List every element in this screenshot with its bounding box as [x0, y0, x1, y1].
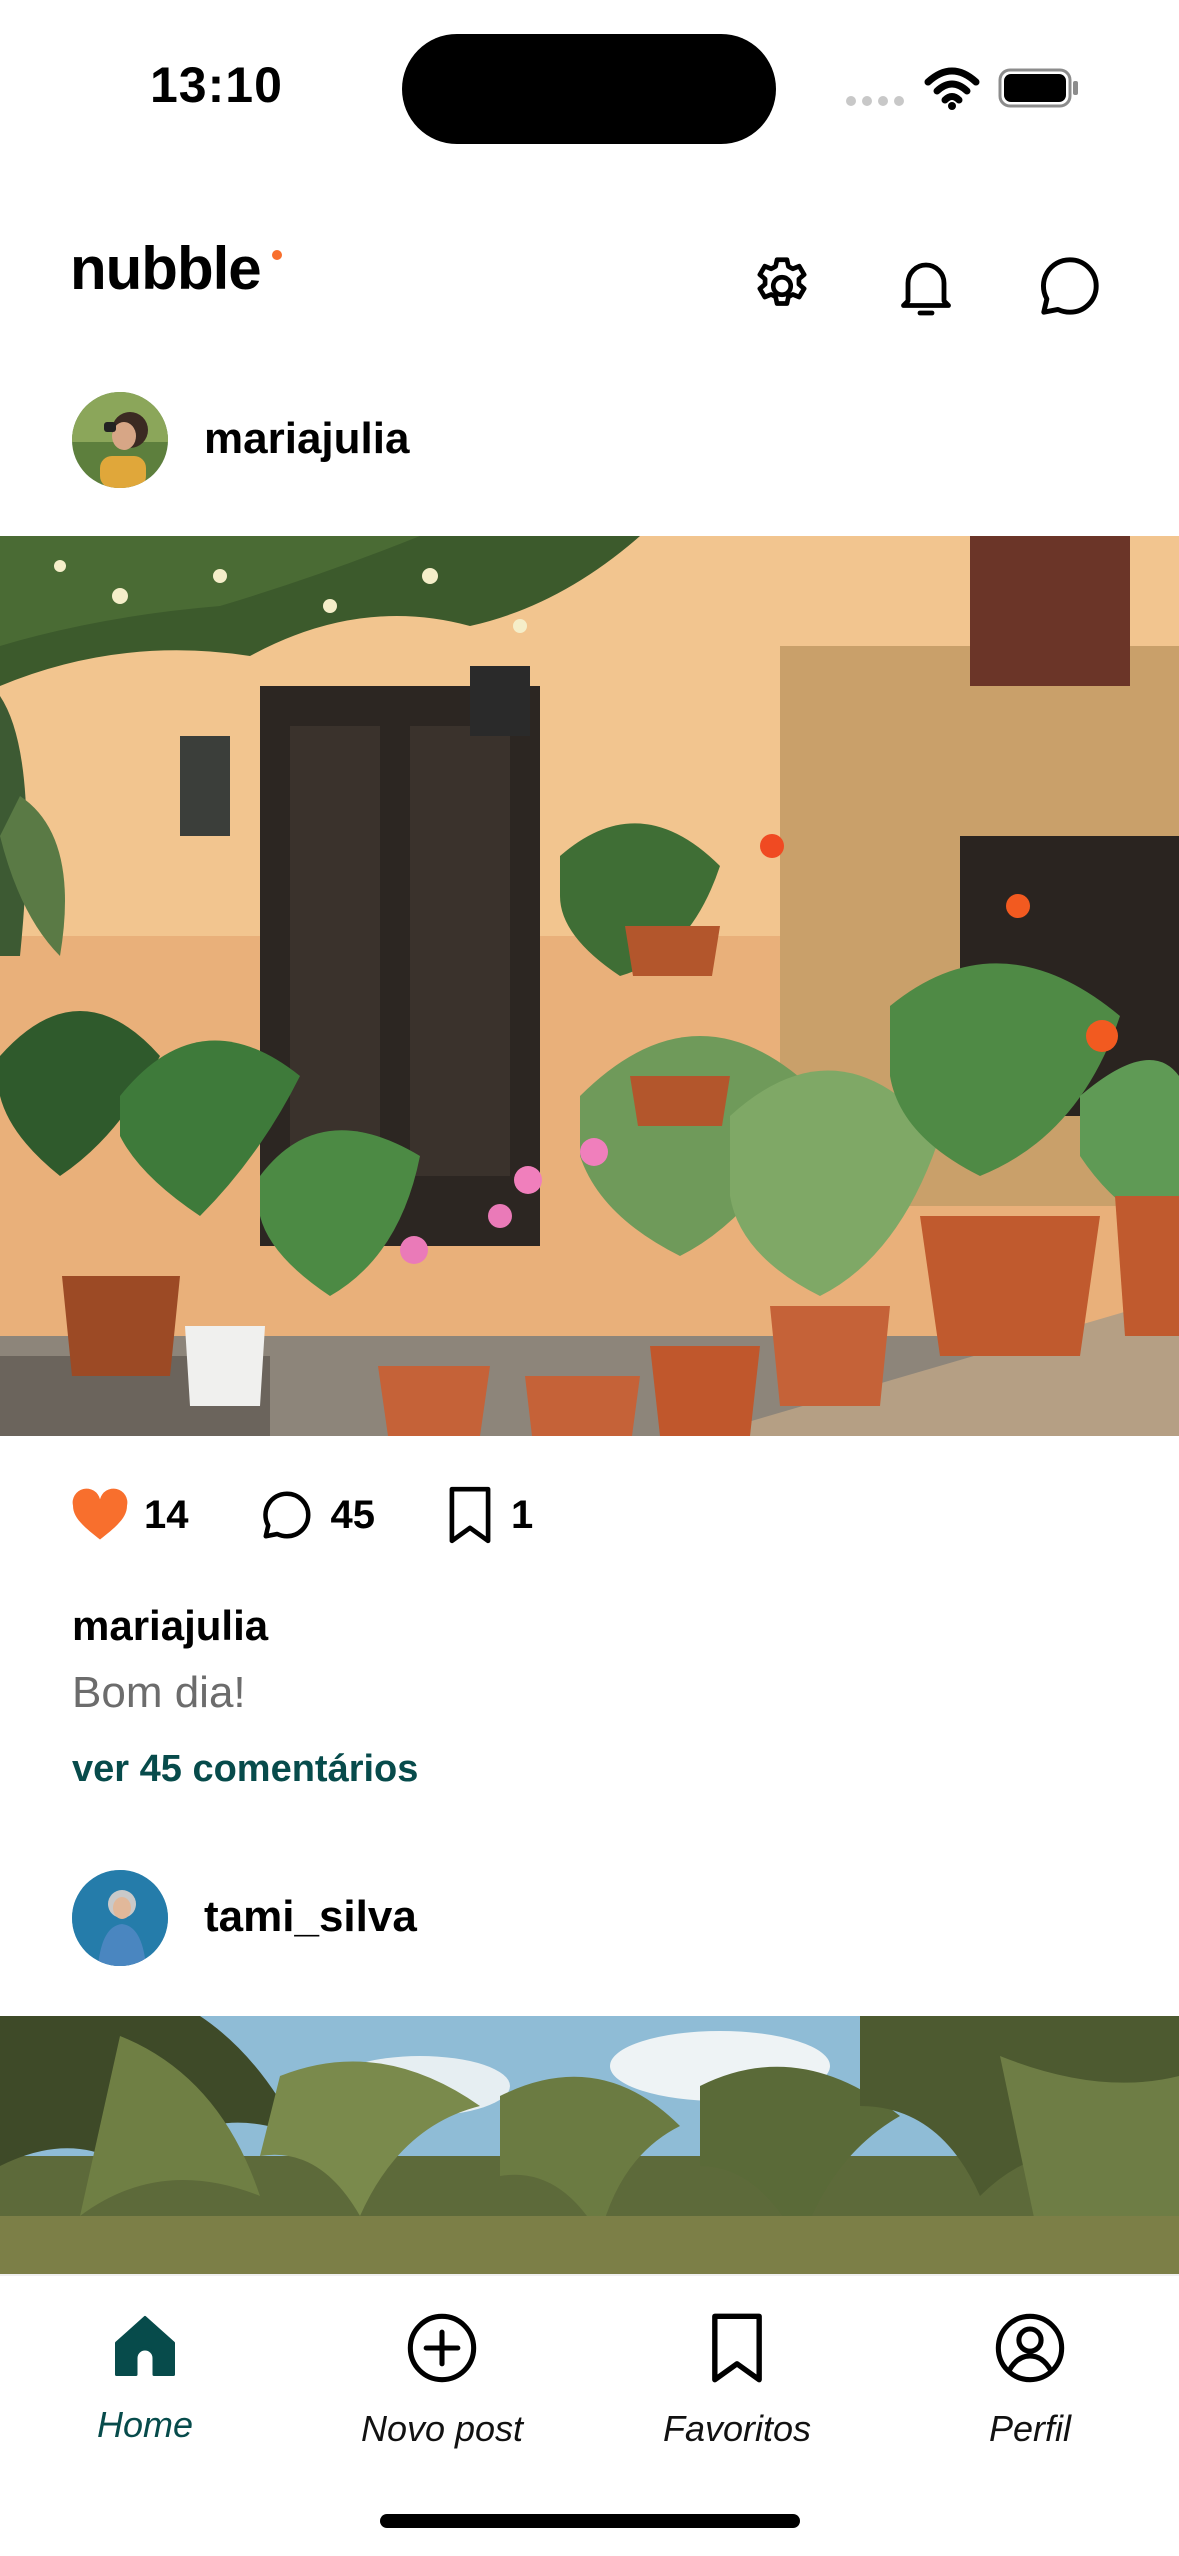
plus-circle-icon	[407, 2313, 477, 2383]
favorite-count: 1	[511, 1492, 534, 1537]
chat-icon[interactable]	[1032, 248, 1108, 324]
dynamic-island	[402, 34, 776, 144]
comment-icon	[262, 1491, 310, 1539]
caption-text: Bom dia!	[72, 1668, 246, 1717]
wifi-icon	[924, 66, 980, 115]
home-icon	[115, 2316, 175, 2376]
post-image[interactable]	[0, 536, 1179, 1436]
like-count: 14	[144, 1492, 189, 1537]
view-comments-link[interactable]: ver 45 comentários	[72, 1748, 418, 1791]
post-actions: 14 45 1	[70, 1480, 601, 1550]
heart-icon	[72, 1488, 128, 1540]
nav-home[interactable]: Home	[25, 2310, 265, 2446]
bookmark-icon	[712, 2313, 762, 2383]
bookmark-icon	[449, 1486, 491, 1544]
favorite-button[interactable]: 1	[443, 1484, 533, 1546]
caption-username[interactable]: mariajulia	[72, 1602, 268, 1650]
bell-icon[interactable]	[888, 248, 964, 324]
avatar[interactable]	[72, 392, 168, 488]
nav-label-favorites: Favoritos	[662, 2408, 812, 2449]
nav-label-profile: Perfil	[988, 2408, 1072, 2449]
app-logo: nubble	[70, 235, 262, 302]
post-username[interactable]: mariajulia	[204, 414, 409, 464]
post-username[interactable]: tami_silva	[204, 1892, 417, 1942]
post-header[interactable]: tami_silva	[0, 1862, 1179, 1972]
nav-label-home: Home	[96, 2404, 194, 2445]
nav-favorites[interactable]: Favoritos	[617, 2310, 857, 2450]
battery-icon	[998, 68, 1080, 113]
comment-button[interactable]: 45	[257, 1485, 376, 1545]
home-indicator	[380, 2514, 800, 2528]
status-time: 13:10	[150, 57, 283, 113]
post-image[interactable]	[0, 2016, 1179, 2276]
status-bar: 13:10	[0, 0, 1179, 170]
logo-dot	[272, 250, 282, 260]
app-header: nubble	[0, 220, 1179, 340]
settings-icon[interactable]	[744, 248, 820, 324]
like-button[interactable]: 14	[70, 1488, 189, 1542]
cellular-signal-icon	[846, 96, 904, 106]
nav-new-post[interactable]: Novo post	[322, 2310, 562, 2450]
avatar[interactable]	[72, 1870, 168, 1966]
profile-icon	[995, 2313, 1065, 2383]
nav-label-new-post: Novo post	[360, 2408, 524, 2449]
post-header[interactable]: mariajulia	[0, 384, 1179, 494]
comment-count: 45	[330, 1492, 376, 1537]
nav-profile[interactable]: Perfil	[910, 2310, 1150, 2450]
